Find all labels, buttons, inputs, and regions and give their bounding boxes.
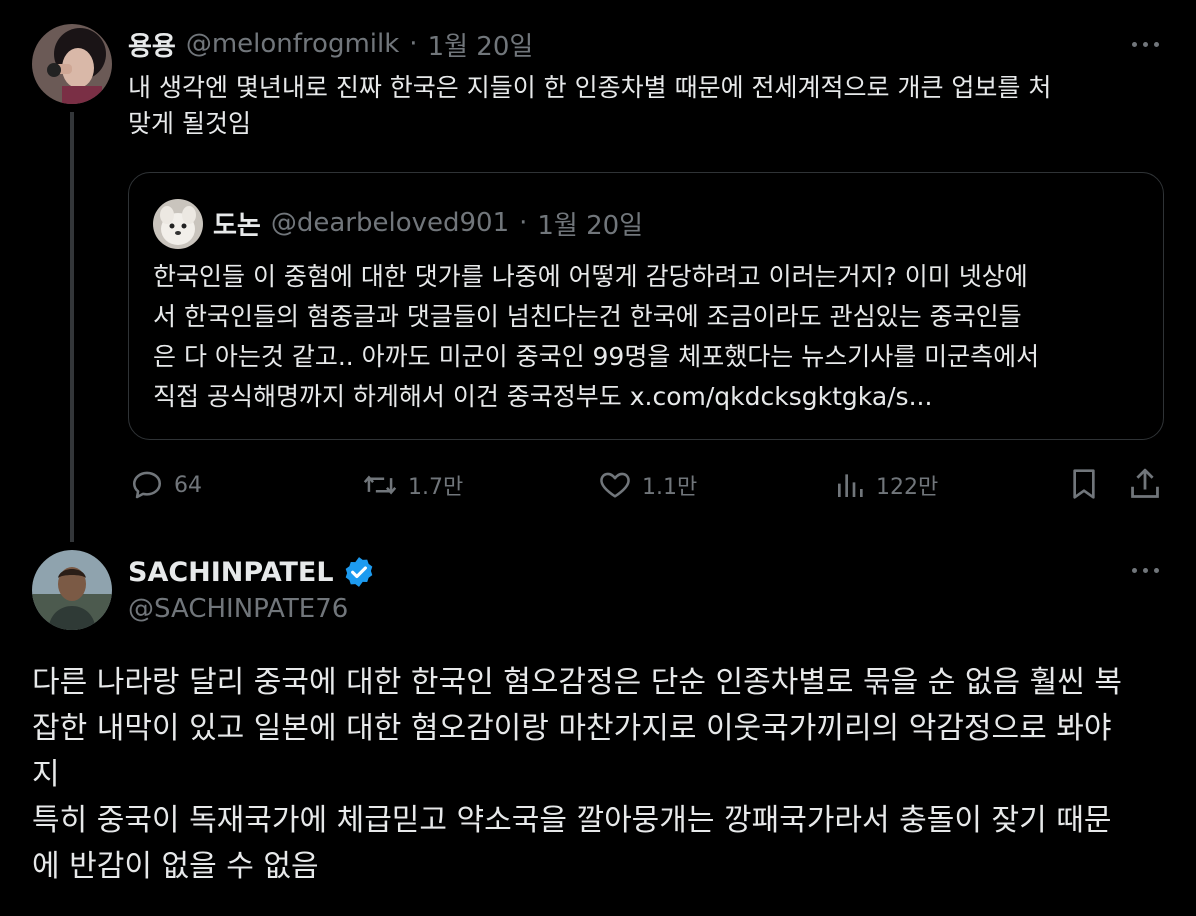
avatar[interactable] xyxy=(32,24,112,104)
thread-line xyxy=(70,112,74,542)
quote-text-line: 직접 공식해명까지 하게해서 이건 중국정부도 x.com/qkdcksgktg… xyxy=(153,382,933,411)
quote-date: 1월 20일 xyxy=(537,210,644,241)
share-button[interactable] xyxy=(1128,466,1162,506)
avatar-image xyxy=(32,24,112,104)
heart-icon xyxy=(600,472,630,498)
tweet-text-line: 내 생각엔 몇년내로 진짜 한국은 지들이 한 인종차별 때문에 전세계적으로 … xyxy=(128,73,1052,102)
more-icon[interactable] xyxy=(1132,42,1159,47)
reply-text-line: 특히 중국이 독재국가에 체급믿고 약소국을 깔아뭉개는 깡패국가라서 충돌이 … xyxy=(32,803,1112,838)
author-name[interactable]: 용용 xyxy=(128,26,176,63)
quote-text-line: 한국인들 이 중혐에 대한 댓가를 나중에 어떻게 감당하려고 이러는거지? 이… xyxy=(153,262,1028,291)
reply-text-line: 에 반감이 없을 수 없음 xyxy=(32,849,319,884)
reply-author-name[interactable]: SACHINPATEL xyxy=(128,557,334,588)
tweet-header: 용용 @melonfrogmilk · 1월 20일 xyxy=(128,26,533,62)
repost-button[interactable]: 1.7만 xyxy=(362,468,463,502)
dot-separator: · xyxy=(409,29,418,59)
views-button[interactable]: 122만 xyxy=(834,468,938,502)
tweet-date[interactable]: 1월 20일 xyxy=(428,26,534,63)
reply-text-line: 다른 나라랑 달리 중국에 대한 한국인 혐오감정은 단순 인종차별로 묶을 순… xyxy=(32,665,1122,700)
reply-author-handle[interactable]: @SACHINPATE76 xyxy=(128,594,348,624)
reply-text-line: 잡한 내막이 있고 일본에 대한 혐오감이랑 마찬가지로 이웃국가끼리의 악감정… xyxy=(32,711,1112,746)
tweet-text: 내 생각엔 몇년내로 진짜 한국은 지들이 한 인종차별 때문에 전세계적으로 … xyxy=(128,70,1168,142)
quote-author-name: 도논 xyxy=(213,210,261,241)
dot-separator: · xyxy=(519,208,528,238)
repost-count: 1.7만 xyxy=(408,475,464,500)
quote-text-line: 서 한국인들의 혐중글과 댓글들이 넘친다는건 한국에 조금이라도 관심있는 중… xyxy=(153,302,1022,331)
like-button[interactable]: 1.1만 xyxy=(598,468,697,502)
view-count: 122만 xyxy=(876,475,939,500)
bookmark-button[interactable] xyxy=(1068,466,1100,506)
quote-author-handle: @dearbeloved901 xyxy=(270,208,510,238)
repost-icon xyxy=(363,475,397,495)
analytics-icon xyxy=(838,474,863,497)
reply-icon xyxy=(132,471,162,499)
reply-button[interactable]: 64 xyxy=(130,468,202,502)
reply-avatar-image xyxy=(32,550,112,630)
author-handle[interactable]: @melonfrogmilk xyxy=(186,29,399,59)
reply-avatar[interactable] xyxy=(32,550,112,630)
more-icon[interactable] xyxy=(1132,568,1159,573)
tweet-text-line: 맞게 될것임 xyxy=(128,109,251,138)
quote-avatar-image xyxy=(153,199,203,249)
quote-avatar xyxy=(153,199,203,249)
share-icon xyxy=(1131,468,1159,498)
reply-text-line: 지 xyxy=(32,757,60,792)
bookmark-icon xyxy=(1073,469,1095,499)
reply-header: SACHINPATEL xyxy=(128,552,376,592)
quote-text-line: 은 다 아는것 같고.. 아까도 미군이 중국인 99명을 체포했다는 뉴스기사… xyxy=(153,342,1040,371)
quote-text: 한국인들 이 중혐에 대한 댓가를 나중에 어떻게 감당하려고 이러는거지? 이… xyxy=(153,257,1143,417)
quote-header: 도논 @dearbeloved901 · 1월 20일 xyxy=(213,205,643,241)
like-count: 1.1만 xyxy=(642,475,698,500)
reply-text: 다른 나라랑 달리 중국에 대한 한국인 혐오감정은 단순 인종차별로 묶을 순… xyxy=(32,660,1172,890)
verified-badge-icon xyxy=(345,557,372,587)
quote-tweet-card[interactable]: 도논 @dearbeloved901 · 1월 20일 한국인들 이 중혐에 대… xyxy=(128,172,1164,440)
reply-count: 64 xyxy=(174,472,202,498)
